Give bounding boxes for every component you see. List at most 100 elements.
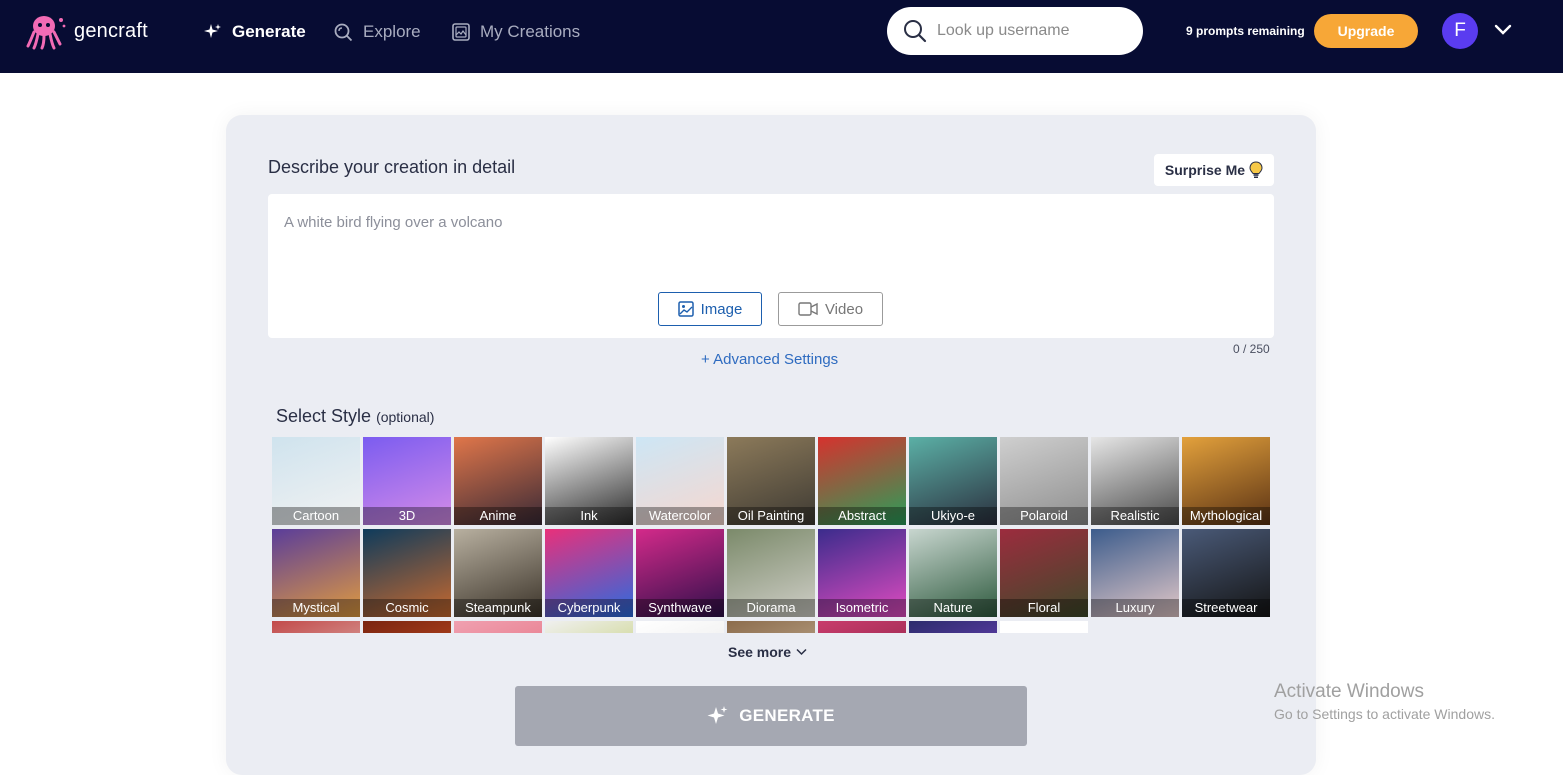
gallery-icon (452, 23, 470, 41)
video-camera-icon (798, 302, 818, 316)
style-tile-more-24[interactable] (454, 621, 542, 633)
style-tile-more-22[interactable] (272, 621, 360, 633)
style-tile-ukiyo-e[interactable]: Ukiyo-e (909, 437, 997, 525)
video-mode-label: Video (824, 300, 864, 318)
style-tile-oil-painting[interactable]: Oil Painting (727, 437, 815, 525)
style-tile-cosmic[interactable]: Cosmic (363, 529, 451, 617)
style-tile-label: Abstract (818, 507, 906, 525)
upgrade-button[interactable]: Upgrade (1314, 14, 1418, 48)
style-tile-label: Diorama (727, 599, 815, 617)
style-grid: Cartoon 3D Anime Ink Watercolor Oil Painting A… (272, 437, 1272, 633)
style-tile-more-27[interactable] (727, 621, 815, 633)
style-tile-polaroid[interactable]: Polaroid (1000, 437, 1088, 525)
chevron-down-icon (796, 648, 807, 656)
character-counter: 0 / 250 (1233, 342, 1270, 356)
style-tile-abstract[interactable]: Abstract (818, 437, 906, 525)
style-tile-mythological[interactable]: Mythological (1182, 437, 1270, 525)
nav-explore-label: Explore (363, 22, 421, 41)
lightbulb-icon (1249, 161, 1263, 178)
style-tile-label: Cyberpunk (545, 599, 633, 617)
style-tile-diorama[interactable]: Diorama (727, 529, 815, 617)
style-tile-nature[interactable]: Nature (909, 529, 997, 617)
style-tile-anime[interactable]: Anime (454, 437, 542, 525)
generator-card: Describe your creation in detail Surpris… (226, 115, 1316, 775)
prompt-placeholder: A white bird flying over a volcano (284, 214, 503, 231)
image-mode-button[interactable]: Image (658, 292, 762, 326)
top-nav-bar: gencraft Generate Explore My Creations 9 (0, 0, 1563, 73)
style-tile-label: Ink (545, 507, 633, 525)
sparkle-icon (204, 24, 221, 38)
style-tile-label: Synthwave (636, 599, 724, 617)
logo-text: gencraft (74, 19, 148, 42)
prompt-textarea[interactable]: A white bird flying over a volcano Image… (268, 194, 1274, 338)
style-tile-more-29[interactable] (909, 621, 997, 633)
style-tile-label: Anime (454, 507, 542, 525)
nav-explore[interactable]: Explore (334, 20, 421, 44)
style-tile-label: Isometric (818, 599, 906, 617)
nav-my-creations-label: My Creations (480, 22, 581, 41)
generate-button[interactable]: GENERATE (515, 686, 1027, 746)
style-tile-watercolor[interactable]: Watercolor (636, 437, 724, 525)
video-mode-button[interactable]: Video (778, 292, 883, 326)
style-tile-label: Mythological (1182, 507, 1270, 525)
chevron-down-icon[interactable] (1494, 24, 1512, 36)
style-tile-3d[interactable]: 3D (363, 437, 451, 525)
describe-label: Describe your creation in detail (268, 157, 516, 177)
prompts-remaining: 9 prompts remaining (1186, 24, 1305, 38)
style-tile-label: Streetwear (1182, 599, 1270, 617)
style-tile-ink[interactable]: Ink (545, 437, 633, 525)
windows-activation-watermark: Activate Windows Go to Settings to activ… (1274, 681, 1495, 722)
username-search-input[interactable] (937, 22, 1127, 40)
style-tile-label: Oil Painting (727, 507, 815, 525)
avatar[interactable]: F (1442, 13, 1478, 49)
style-tile-more-25[interactable] (545, 621, 633, 633)
see-more-button[interactable]: See more (728, 644, 807, 660)
select-style-optional: (optional) (376, 409, 435, 425)
watermark-line2: Go to Settings to activate Windows. (1274, 706, 1495, 722)
style-tile-cyberpunk[interactable]: Cyberpunk (545, 529, 633, 617)
gencraft-logo[interactable]: gencraft (26, 12, 148, 50)
style-tile-label: Cosmic (363, 599, 451, 617)
style-tile-label: Cartoon (272, 507, 360, 525)
surprise-me-button[interactable]: Surprise Me (1154, 154, 1274, 186)
style-tile-streetwear[interactable]: Streetwear (1182, 529, 1270, 617)
style-tile-label: Realistic (1091, 507, 1179, 525)
search-icon (904, 20, 927, 43)
style-tile-mystical[interactable]: Mystical (272, 529, 360, 617)
style-tile-label: Nature (909, 599, 997, 617)
style-tile-more-28[interactable] (818, 621, 906, 633)
sparkle-icon (707, 706, 728, 724)
surprise-me-label: Surprise Me (1164, 162, 1246, 178)
style-tile-more-23[interactable] (363, 621, 451, 633)
style-tile-label: Floral (1000, 599, 1088, 617)
style-tile-realistic[interactable]: Realistic (1091, 437, 1179, 525)
watermark-line1: Activate Windows (1274, 681, 1424, 702)
nav-generate-label: Generate (232, 22, 306, 41)
image-icon (677, 301, 694, 317)
nav-generate[interactable]: Generate (204, 20, 306, 44)
style-tile-label: Polaroid (1000, 507, 1088, 525)
select-style-title: Select Style (276, 406, 372, 426)
generate-label: GENERATE (739, 706, 835, 725)
style-tile-cartoon[interactable]: Cartoon (272, 437, 360, 525)
style-tile-floral[interactable]: Floral (1000, 529, 1088, 617)
nav-my-creations[interactable]: My Creations (452, 20, 580, 44)
style-tile-steampunk[interactable]: Steampunk (454, 529, 542, 617)
octopus-logo-icon (26, 16, 66, 50)
style-tile-label: Watercolor (636, 507, 724, 525)
see-more-label: See more (728, 644, 792, 660)
explore-search-icon (334, 23, 353, 41)
style-tile-more-30[interactable] (1000, 621, 1088, 633)
style-tile-label: Steampunk (454, 599, 542, 617)
style-tile-label: Luxury (1091, 599, 1179, 617)
username-search[interactable] (887, 7, 1143, 55)
style-tile-label: Mystical (272, 599, 360, 617)
style-tile-label: 3D (363, 507, 451, 525)
style-tile-more-26[interactable] (636, 621, 724, 633)
style-tile-label: Ukiyo-e (909, 507, 997, 525)
style-tile-synthwave[interactable]: Synthwave (636, 529, 724, 617)
style-tile-isometric[interactable]: Isometric (818, 529, 906, 617)
advanced-settings-link[interactable]: + Advanced Settings (701, 351, 838, 368)
select-style-heading: Select Style (optional) (276, 406, 434, 427)
style-tile-luxury[interactable]: Luxury (1091, 529, 1179, 617)
